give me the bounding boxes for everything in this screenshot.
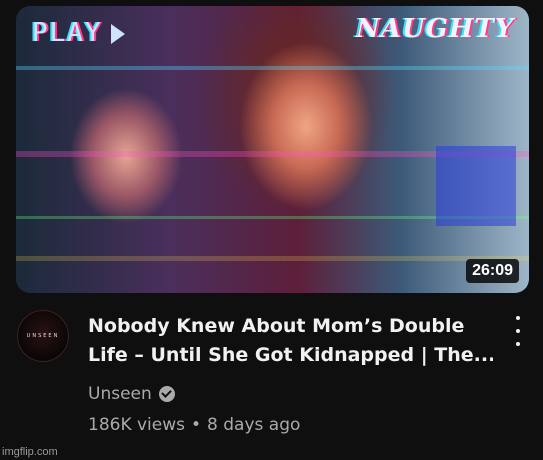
more-vert-icon <box>516 329 520 333</box>
video-thumbnail[interactable]: PLAY NAUGHTY 26:09 <box>16 6 529 293</box>
more-vert-icon <box>516 316 520 320</box>
play-label: PLAY <box>32 18 103 48</box>
view-count: 186K views <box>88 415 186 435</box>
glitch-band <box>16 66 529 70</box>
play-icon <box>110 23 125 44</box>
glitch-block <box>436 146 516 226</box>
video-title-line-1: Nobody Knew About Mom’s Double <box>88 315 465 337</box>
more-actions-button[interactable] <box>508 316 528 346</box>
channel-name-row[interactable]: Unseen <box>88 384 175 404</box>
meta-separator: • <box>191 415 202 435</box>
verified-check-icon <box>158 386 175 402</box>
thumbnail-play-overlay: PLAY <box>32 18 125 48</box>
upload-age: 8 days ago <box>207 415 301 435</box>
glitch-band <box>16 256 529 261</box>
video-title-line-2: Life – Until She Got Kidnapped | The... <box>88 344 493 366</box>
duration-badge: 26:09 <box>466 259 519 283</box>
avatar-logo-text: UNSEEN <box>26 333 60 339</box>
more-vert-icon <box>516 342 520 346</box>
channel-name: Unseen <box>88 384 152 404</box>
video-metadata: 186K views • 8 days ago <box>88 415 300 435</box>
watermark: imgflip.com <box>2 446 58 458</box>
video-title[interactable]: Nobody Knew About Mom’s Double Life – Un… <box>88 312 493 370</box>
thumbnail-title-overlay: NAUGHTY <box>356 14 515 44</box>
channel-avatar[interactable]: UNSEEN <box>17 310 69 362</box>
